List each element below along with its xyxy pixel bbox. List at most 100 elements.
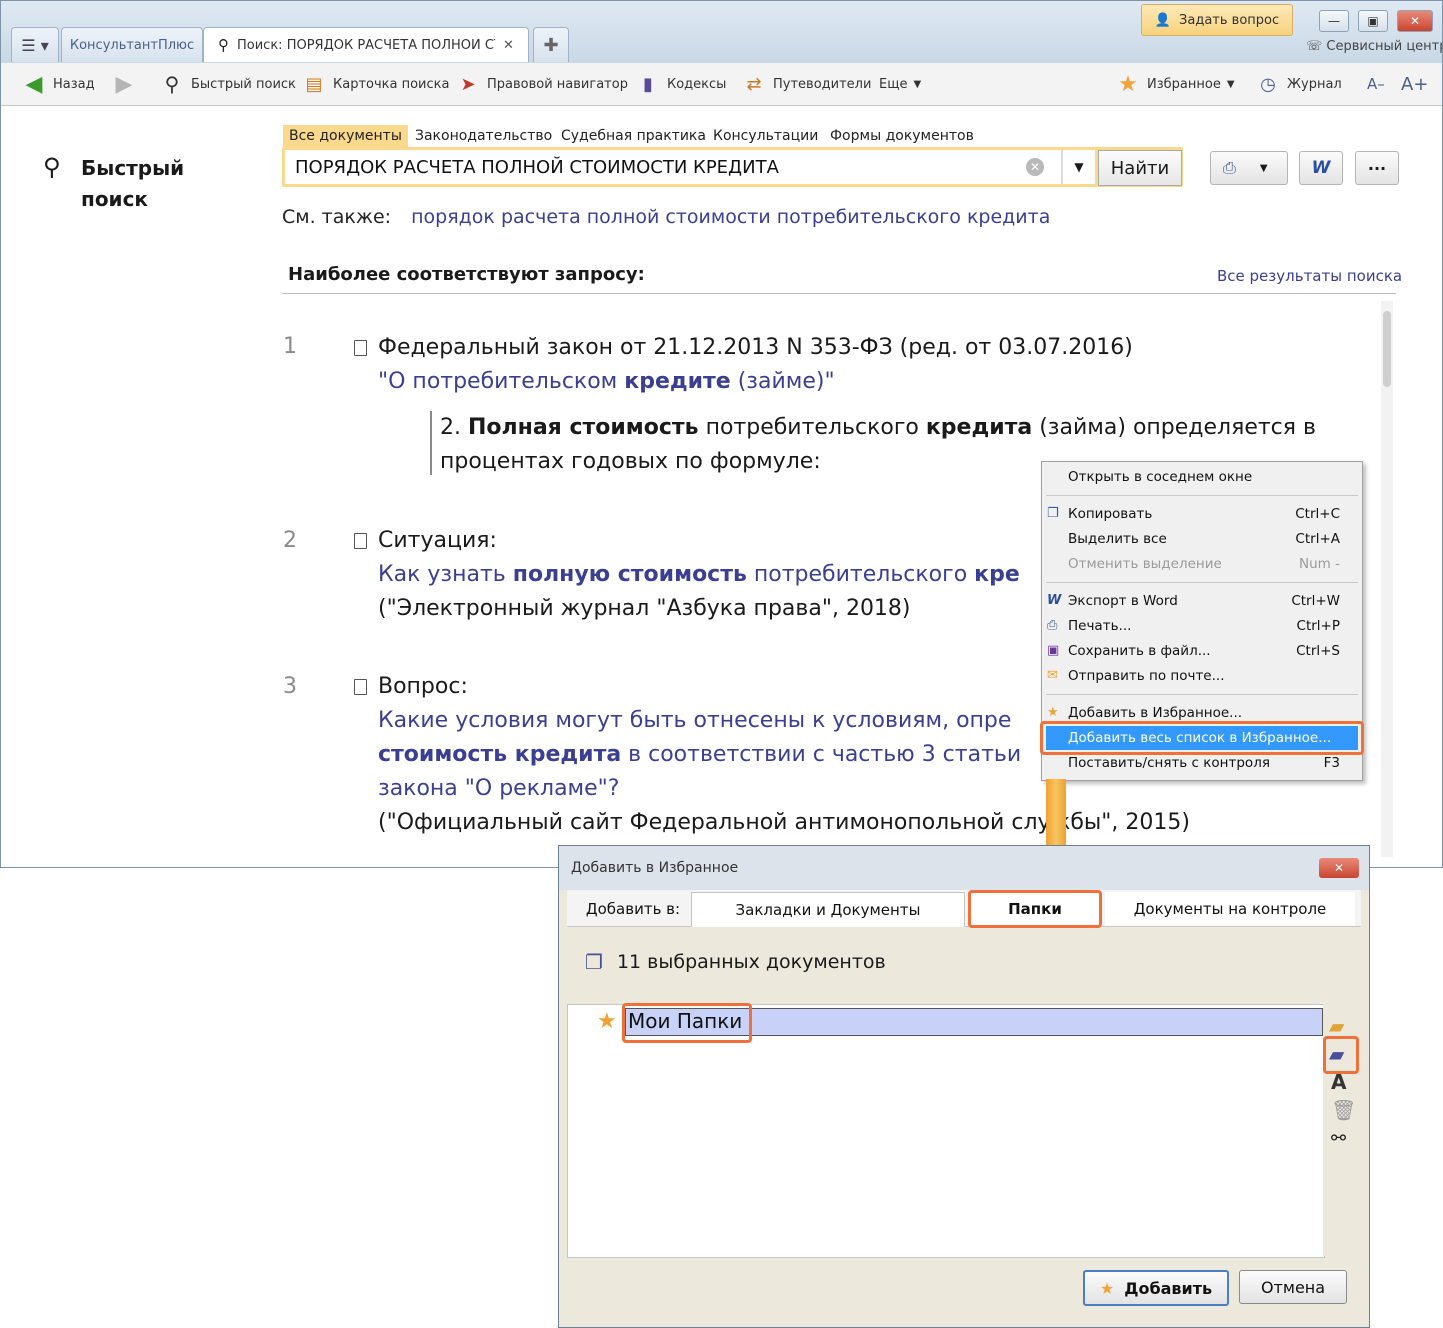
headset-icon: ☏: [1306, 39, 1327, 54]
codes-button[interactable]: ▮ Кодексы: [637, 71, 726, 97]
filter-legislation[interactable]: Законодательство: [409, 125, 558, 147]
divider: [282, 293, 1396, 294]
export-word-button[interactable]: W: [1299, 151, 1343, 185]
close-dialog-button[interactable]: ✕: [1319, 858, 1359, 878]
navigator-icon: ➤: [460, 73, 476, 95]
menu-copy[interactable]: ❐ Копировать Ctrl+C: [1046, 502, 1358, 526]
legal-navigator-button[interactable]: ➤ Правовой навигатор: [457, 71, 628, 97]
menu-open-adjacent[interactable]: Открыть в соседнем окне: [1046, 465, 1358, 489]
result-number: 1: [283, 334, 297, 359]
tab-bar: ☰ ▾ КонсультантПлюс ⚲ Поиск: ПОРЯДОК РАС…: [1, 1, 1442, 63]
search-history-dropdown[interactable]: ▼: [1062, 150, 1095, 184]
tab-search[interactable]: ⚲ Поиск: ПОРЯДОК РАСЧЕТА ПОЛНОЙ СТС ✕: [203, 27, 529, 62]
filter-court-practice[interactable]: Судебная практика: [555, 125, 712, 147]
close-tab-icon[interactable]: ✕: [503, 38, 514, 53]
print-button[interactable]: ⎙ ▼: [1210, 151, 1288, 185]
maximize-button[interactable]: ▣: [1358, 10, 1388, 32]
menu-deselect: Отменить выделение Num -: [1068, 556, 1340, 572]
star-icon: ★: [1118, 71, 1138, 97]
menu-export-word[interactable]: W Экспорт в Word Ctrl+W: [1046, 589, 1358, 613]
rename-icon[interactable]: A: [1331, 1070, 1346, 1094]
trash-icon[interactable]: 🗑: [1331, 1098, 1356, 1122]
arrow-left-icon: ◀: [25, 71, 43, 97]
toolbar: ◀ Назад ▶ ⚲ Быстрый поиск ▤ Карточка пои…: [1, 63, 1442, 106]
result-1-title[interactable]: "О потребительском кредите (займе)": [378, 365, 1358, 399]
star-icon: ★: [597, 1009, 617, 1034]
menu-print[interactable]: ⎙ Печать... Ctrl+P: [1046, 614, 1358, 638]
result-number: 3: [283, 674, 297, 699]
copy-icon: ❐: [1047, 506, 1059, 521]
floppy-icon: ▣: [1047, 643, 1060, 658]
tab-documents-control[interactable]: Документы на контроле: [1105, 892, 1355, 926]
search-card-button[interactable]: ▤ Карточка поиска: [303, 71, 449, 97]
new-folder-icon[interactable]: ▰: [1329, 1014, 1344, 1038]
forward-button[interactable]: ▶: [113, 71, 143, 97]
document-icon: [354, 533, 367, 549]
filter-document-forms[interactable]: Формы документов: [824, 125, 980, 147]
scrollbar[interactable]: [1381, 301, 1393, 857]
new-tab-button[interactable]: ✚: [533, 27, 569, 62]
document-icon: [354, 340, 367, 356]
journal-button[interactable]: ◷ Журнал: [1257, 71, 1342, 97]
menu-button[interactable]: ☰ ▾: [11, 27, 59, 62]
add-to-label: Добавить в:: [585, 900, 681, 918]
menu-select-all[interactable]: Выделить все Ctrl+A: [1046, 527, 1358, 551]
search-icon: ⚲: [218, 36, 229, 54]
add-button[interactable]: ★ Добавить: [1083, 1270, 1229, 1306]
documents-icon: ❐: [585, 950, 603, 974]
tab-consultant[interactable]: КонсультантПлюс: [61, 27, 203, 62]
menu-save-file[interactable]: ▣ Сохранить в файл... Ctrl+S: [1046, 639, 1358, 663]
word-icon: W: [1311, 158, 1331, 178]
ask-question-button[interactable]: 👤 Задать вопрос: [1141, 4, 1293, 36]
font-bigger-button[interactable]: A+: [1401, 71, 1428, 97]
printer-icon: ⎙: [1223, 158, 1236, 177]
font-smaller-button[interactable]: A–: [1367, 71, 1385, 97]
clear-search-icon[interactable]: ✕: [1026, 158, 1044, 176]
highlight-my-folders: [622, 1003, 752, 1043]
highlight-add-all: [1040, 721, 1364, 755]
filter-consultations[interactable]: Консультации: [707, 125, 824, 147]
favorites-button[interactable]: ★ Избранное ▼: [1117, 71, 1234, 97]
word-icon: W: [1047, 593, 1062, 608]
menu-control[interactable]: Поставить/снять с контроля F3: [1046, 751, 1358, 775]
quick-search-button[interactable]: ⚲ Быстрый поиск: [161, 71, 296, 97]
chevron-down-icon: ▼: [913, 78, 922, 90]
arrow-right-icon: ▶: [115, 71, 133, 97]
results-header: Наиболее соответствуют запросу:: [288, 264, 645, 285]
menu-send-mail[interactable]: ✉ Отправить по почте...: [1046, 664, 1358, 688]
filter-all-documents[interactable]: Все документы: [283, 125, 408, 147]
star-add-icon: ★: [1099, 1278, 1115, 1298]
see-also-link[interactable]: порядок расчета полной стоимости потреби…: [411, 206, 1050, 228]
star-add-icon: ★: [1047, 705, 1059, 720]
cancel-button[interactable]: Отмена: [1239, 1270, 1347, 1304]
user-question-icon: 👤: [1154, 12, 1172, 28]
search-input[interactable]: ПОРЯДОК РАСЧЕТА ПОЛНОЙ СТОИМОСТИ КРЕДИТА: [285, 150, 1061, 184]
result-2-title[interactable]: Как узнать полную стоимость потребительс…: [378, 558, 1078, 592]
selected-docs: ❐ 11 выбранных документов: [585, 950, 886, 974]
minimize-button[interactable]: —: [1319, 10, 1349, 32]
tab-bookmarks-documents[interactable]: Закладки и Документы: [691, 892, 965, 927]
document-icon: [354, 679, 367, 695]
see-also: См. также: порядок расчета полной стоимо…: [282, 206, 1051, 228]
chevron-down-icon: ▼: [1259, 162, 1268, 174]
result-2[interactable]: Ситуация: Как узнать полную стоимость по…: [378, 524, 1078, 626]
search-card-icon: ▤: [305, 73, 323, 95]
search-icon: ⚲: [43, 153, 61, 181]
service-center-link[interactable]: ☏ Сервисный центр: [1306, 39, 1442, 54]
binoculars-icon[interactable]: ⚯: [1331, 1128, 1346, 1149]
highlight-folders-tab: [968, 890, 1102, 928]
all-results-link[interactable]: Все результаты поиска: [1217, 267, 1402, 285]
snippet-bar: [430, 411, 432, 475]
more-options-button[interactable]: ···: [1355, 151, 1399, 185]
back-button[interactable]: ◀ Назад: [23, 71, 95, 97]
codes-book-icon: ▮: [643, 73, 653, 95]
dialog-titlebar: Добавить в Избранное ✕: [559, 846, 1369, 890]
search-icon: ⚲: [164, 72, 180, 96]
plus-icon: ✚: [543, 34, 559, 56]
find-button[interactable]: Найти: [1098, 150, 1182, 186]
close-window-button[interactable]: ✕: [1397, 10, 1433, 32]
scrollbar-thumb[interactable]: [1383, 311, 1391, 387]
result-1[interactable]: Федеральный закон от 21.12.2013 N 353-ФЗ…: [378, 331, 1358, 399]
more-menu[interactable]: Еще ▼: [879, 71, 921, 97]
guides-button[interactable]: ⇄ Путеводители: [743, 71, 871, 97]
